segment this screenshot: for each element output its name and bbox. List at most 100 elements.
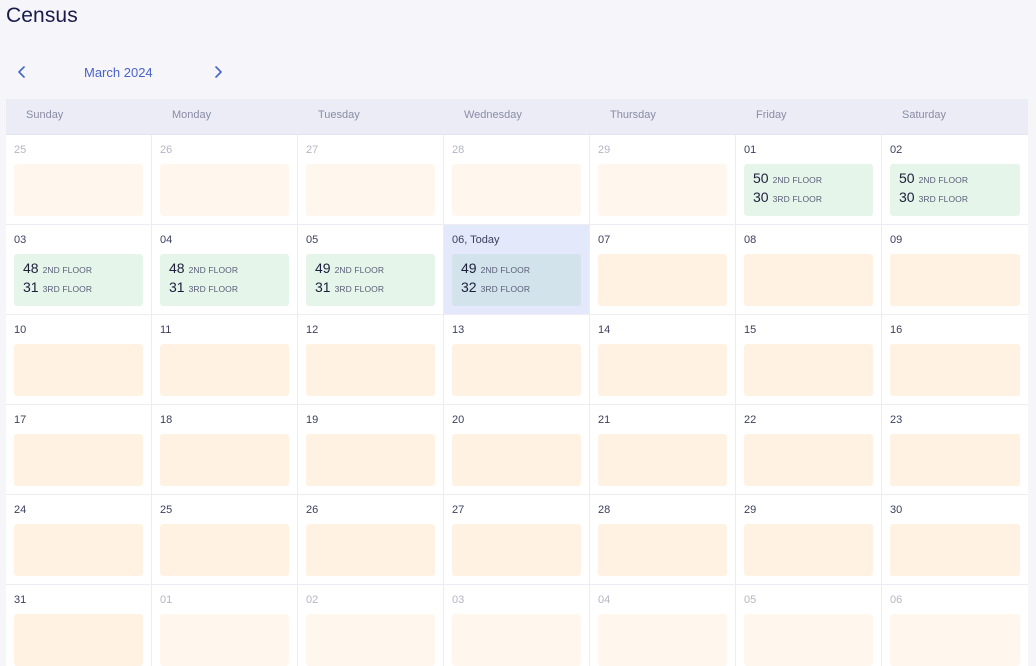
census-entry[interactable]: 50 2ND FLOOR 30 3RD FLOOR	[890, 164, 1020, 216]
census-empty-slot[interactable]	[306, 614, 435, 666]
calendar-day[interactable]: 29	[590, 135, 736, 225]
census-empty-slot[interactable]	[452, 614, 581, 666]
calendar-day[interactable]: 03 48 2ND FLOOR 31 3RD FLOOR	[6, 225, 152, 315]
calendar-day[interactable]: 12	[298, 315, 444, 405]
calendar-day[interactable]: 02	[298, 585, 444, 666]
census-empty-slot[interactable]	[160, 434, 289, 486]
calendar-day[interactable]: 31	[6, 585, 152, 666]
day-label: 29	[598, 144, 611, 156]
census-empty-slot[interactable]	[598, 164, 727, 216]
census-empty-slot[interactable]	[890, 614, 1020, 666]
census-entry[interactable]: 49 2ND FLOOR 31 3RD FLOOR	[306, 254, 435, 306]
calendar-day[interactable]: 01 50 2ND FLOOR 30 3RD FLOOR	[736, 135, 882, 225]
floor-label: 3RD FLOOR	[188, 284, 239, 294]
calendar-day[interactable]: 05	[736, 585, 882, 666]
calendar-day[interactable]: 21	[590, 405, 736, 495]
day-label: 18	[160, 414, 173, 426]
census-empty-slot[interactable]	[598, 434, 727, 486]
calendar-day[interactable]: 02 50 2ND FLOOR 30 3RD FLOOR	[882, 135, 1028, 225]
chevron-left-icon	[18, 66, 25, 78]
census-empty-slot[interactable]	[14, 344, 143, 396]
calendar-day-today[interactable]: 06, Today 49 2ND FLOOR 32 3RD FLOOR	[444, 225, 590, 315]
census-empty-slot[interactable]	[890, 344, 1020, 396]
calendar-day[interactable]: 09	[882, 225, 1028, 315]
calendar-day[interactable]: 15	[736, 315, 882, 405]
census-empty-slot[interactable]	[452, 164, 581, 216]
day-label: 28	[598, 504, 611, 516]
day-label: 14	[598, 324, 611, 336]
census-empty-slot[interactable]	[744, 254, 873, 306]
census-empty-slot[interactable]	[744, 344, 873, 396]
calendar-day[interactable]: 24	[6, 495, 152, 585]
calendar-day[interactable]: 23	[882, 405, 1028, 495]
calendar-day[interactable]: 01	[152, 585, 298, 666]
calendar-day[interactable]: 04	[590, 585, 736, 666]
census-empty-slot[interactable]	[890, 524, 1020, 576]
census-empty-slot[interactable]	[744, 434, 873, 486]
census-empty-slot[interactable]	[452, 344, 581, 396]
census-empty-slot[interactable]	[744, 524, 873, 576]
calendar-day[interactable]: 10	[6, 315, 152, 405]
calendar-day[interactable]: 04 48 2ND FLOOR 31 3RD FLOOR	[152, 225, 298, 315]
census-empty-slot[interactable]	[452, 524, 581, 576]
calendar-day[interactable]: 26	[152, 135, 298, 225]
calendar-day[interactable]: 25	[152, 495, 298, 585]
census-empty-slot[interactable]	[598, 614, 727, 666]
calendar-day[interactable]: 19	[298, 405, 444, 495]
census-empty-slot[interactable]	[14, 434, 143, 486]
census-empty-slot[interactable]	[14, 614, 143, 666]
day-label: 28	[452, 144, 465, 156]
census-empty-slot[interactable]	[890, 434, 1020, 486]
census-empty-slot[interactable]	[14, 524, 143, 576]
calendar-day[interactable]: 03	[444, 585, 590, 666]
second-floor-census: 50 2ND FLOOR	[899, 170, 968, 186]
calendar-day[interactable]: 20	[444, 405, 590, 495]
census-count: 49	[461, 260, 477, 276]
census-empty-slot[interactable]	[160, 524, 289, 576]
calendar-day[interactable]: 05 49 2ND FLOOR 31 3RD FLOOR	[298, 225, 444, 315]
third-floor-census: 31 3RD FLOOR	[169, 279, 238, 295]
calendar-day[interactable]: 06	[882, 585, 1028, 666]
census-empty-slot[interactable]	[598, 344, 727, 396]
weekday-header: Sunday Monday Tuesday Wednesday Thursday…	[6, 99, 1028, 135]
census-empty-slot[interactable]	[160, 344, 289, 396]
calendar-day[interactable]: 11	[152, 315, 298, 405]
calendar-day[interactable]: 08	[736, 225, 882, 315]
calendar-day[interactable]: 30	[882, 495, 1028, 585]
census-empty-slot[interactable]	[598, 524, 727, 576]
calendar-day[interactable]: 07	[590, 225, 736, 315]
calendar-day[interactable]: 25	[6, 135, 152, 225]
calendar-day[interactable]: 17	[6, 405, 152, 495]
census-empty-slot[interactable]	[306, 524, 435, 576]
next-month-button[interactable]	[206, 60, 230, 84]
previous-month-button[interactable]	[10, 60, 34, 84]
census-empty-slot[interactable]	[890, 254, 1020, 306]
calendar-day[interactable]: 26	[298, 495, 444, 585]
calendar-day[interactable]: 28	[590, 495, 736, 585]
calendar-day[interactable]: 28	[444, 135, 590, 225]
census-empty-slot[interactable]	[306, 164, 435, 216]
calendar-day[interactable]: 27	[298, 135, 444, 225]
census-count: 50	[753, 170, 769, 186]
census-entry[interactable]: 48 2ND FLOOR 31 3RD FLOOR	[14, 254, 143, 306]
census-empty-slot[interactable]	[744, 614, 873, 666]
census-entry[interactable]: 49 2ND FLOOR 32 3RD FLOOR	[452, 254, 581, 306]
census-entry[interactable]: 48 2ND FLOOR 31 3RD FLOOR	[160, 254, 289, 306]
day-label: 17	[14, 414, 27, 426]
calendar-day[interactable]: 14	[590, 315, 736, 405]
calendar-day[interactable]: 29	[736, 495, 882, 585]
calendar-day[interactable]: 18	[152, 405, 298, 495]
calendar-day[interactable]: 16	[882, 315, 1028, 405]
census-empty-slot[interactable]	[14, 164, 143, 216]
census-empty-slot[interactable]	[306, 434, 435, 486]
census-empty-slot[interactable]	[452, 434, 581, 486]
census-empty-slot[interactable]	[306, 344, 435, 396]
census-empty-slot[interactable]	[598, 254, 727, 306]
census-entry[interactable]: 50 2ND FLOOR 30 3RD FLOOR	[744, 164, 873, 216]
calendar-day[interactable]: 22	[736, 405, 882, 495]
census-empty-slot[interactable]	[160, 614, 289, 666]
calendar-day[interactable]: 27	[444, 495, 590, 585]
day-label: 04	[160, 234, 173, 246]
census-empty-slot[interactable]	[160, 164, 289, 216]
calendar-day[interactable]: 13	[444, 315, 590, 405]
